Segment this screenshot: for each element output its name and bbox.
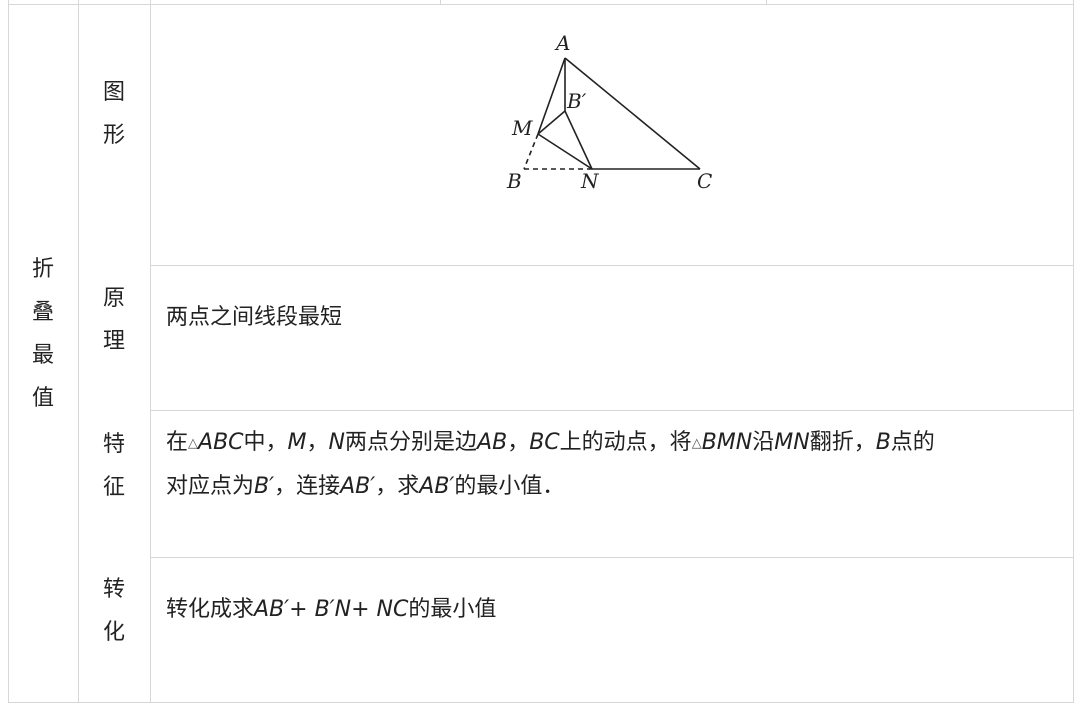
point-label-bprime: B′: [566, 89, 587, 113]
row-label-char: 理: [102, 329, 125, 354]
text-run: ，: [306, 430, 329, 455]
text-run: 的最小值: [408, 597, 497, 622]
section-label-char: 最: [31, 343, 54, 368]
row-label-char: 图: [102, 80, 125, 105]
row-label-char: 特: [102, 432, 125, 457]
transform-text: 转化成求AB′+ B′N+ NC的最小值: [166, 589, 496, 631]
text-run: 翻折，: [809, 430, 876, 455]
feature-line-2: 对应点为B′，连接AB′，求AB′的最小值．: [166, 466, 564, 508]
row-label-feature: 特 征: [94, 423, 134, 509]
math-abprime: AB′: [419, 474, 455, 499]
triangle-symbol: △: [188, 436, 199, 451]
grid-line: [1073, 0, 1074, 703]
math-b: B: [875, 430, 891, 455]
grid-line: [8, 4, 1074, 5]
triangle-fold-figure: A B′ M B N C: [506, 31, 712, 193]
text-run: 转化成求: [166, 597, 255, 622]
row-label-char: 转: [102, 577, 125, 602]
point-label-c: C: [697, 169, 712, 193]
math-expression: AB′+ B′N+ NC: [254, 597, 409, 622]
grid-line: [8, 0, 9, 703]
text-run: 中，: [243, 430, 288, 455]
math-mn: MN: [774, 430, 810, 455]
point-label-m: M: [511, 116, 533, 140]
grid-line: [440, 0, 441, 5]
text-run: 点的: [890, 430, 935, 455]
grid-line: [150, 0, 151, 703]
section-label-char: 折: [31, 257, 54, 282]
math-bc: BC: [529, 430, 560, 455]
math-bmn: BMN: [701, 430, 753, 455]
math-abprime: AB′: [340, 474, 376, 499]
row-label-transform: 转 化: [94, 568, 134, 654]
principle-text: 两点之间线段最短: [166, 305, 343, 330]
point-label-b: B: [506, 169, 522, 193]
section-label: 折 叠 最 值: [23, 248, 63, 420]
row-label-char: 形: [102, 123, 125, 148]
text-run: 的最小值．: [454, 474, 565, 499]
row-label-char: 原: [102, 286, 125, 311]
text-run: ，连接: [274, 474, 341, 499]
row-label-char: 征: [102, 475, 125, 500]
point-label-a: A: [554, 31, 570, 55]
row-label-principle: 原 理: [94, 277, 134, 363]
section-label-char: 叠: [31, 300, 54, 325]
section-label-char: 值: [31, 386, 54, 411]
grid-line: [150, 410, 1074, 411]
math-abc: ABC: [198, 430, 244, 455]
math-ab: AB: [477, 430, 508, 455]
segment-a-c: [564, 57, 701, 170]
text-run: 上的动点，将: [559, 430, 692, 455]
grid-line: [766, 0, 767, 5]
math-n: N: [328, 430, 346, 455]
text-run: 在: [166, 430, 189, 455]
grid-line: [78, 0, 79, 703]
grid-line: [150, 557, 1074, 558]
text-run: 对应点为: [166, 474, 255, 499]
triangle-symbol: △: [691, 436, 702, 451]
feature-line-1: 在△ABC中，M，N两点分别是边AB，BC上的动点，将△BMN沿MN翻折，B点的: [166, 422, 935, 465]
text-run: ，: [507, 430, 530, 455]
grid-line: [150, 265, 1074, 266]
math-m: M: [287, 430, 307, 455]
text-run: 两点分别是边: [345, 430, 478, 455]
text-run: 沿: [752, 430, 775, 455]
folding-minimum-table: 折 叠 最 值 图 形 原 理 特 征 转 化 A B′ M B N C 两点之…: [0, 0, 1080, 708]
text-run: ，求: [375, 474, 420, 499]
row-label-figure: 图 形: [94, 71, 134, 157]
row-label-char: 化: [102, 620, 125, 645]
grid-line: [8, 702, 1074, 703]
math-bprime: B′: [254, 474, 275, 499]
point-label-n: N: [580, 169, 600, 193]
